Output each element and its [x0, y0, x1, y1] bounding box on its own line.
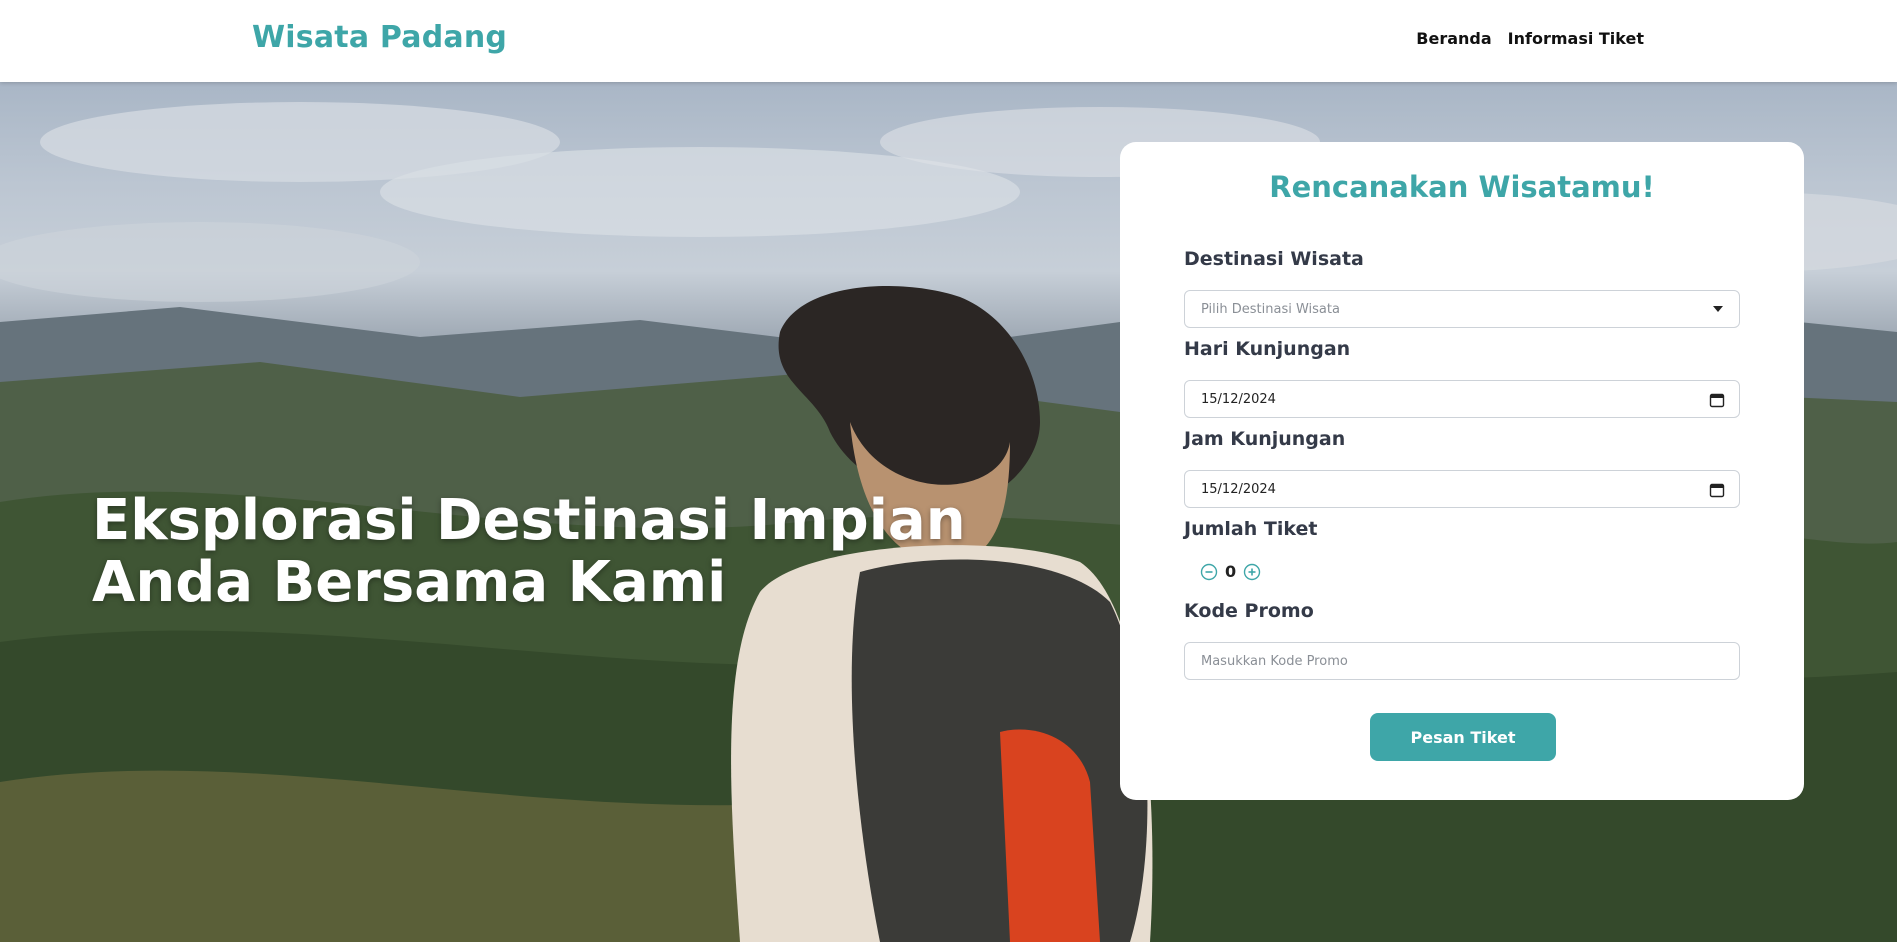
booking-form-card: Rencanakan Wisatamu! Destinasi Wisata Pi…	[1120, 142, 1804, 800]
destination-select[interactable]: Pilih Destinasi Wisata	[1184, 290, 1740, 328]
minus-circle-icon[interactable]	[1200, 563, 1218, 581]
destination-label: Destinasi Wisata	[1184, 248, 1364, 270]
plus-circle-icon[interactable]	[1243, 563, 1261, 581]
calendar-icon[interactable]	[1709, 482, 1725, 502]
brand-logo[interactable]: Wisata Padang	[252, 20, 507, 55]
caret-down-icon	[1711, 302, 1725, 320]
hero-heading: Eksplorasi Destinasi Impian Anda Bersama…	[92, 490, 992, 614]
visit-day-date-input[interactable]: 15/12/2024	[1184, 380, 1740, 418]
hero-heading-line1: Eksplorasi Destinasi Impian	[92, 488, 966, 553]
ticket-quantity-value: 0	[1225, 562, 1237, 581]
visit-time-date-input[interactable]: 15/12/2024	[1184, 470, 1740, 508]
visit-time-label: Jam Kunjungan	[1184, 428, 1346, 450]
hero-heading-line2: Anda Bersama Kami	[92, 550, 727, 615]
promo-code-label: Kode Promo	[1184, 600, 1314, 622]
form-title: Rencanakan Wisatamu!	[1269, 170, 1655, 204]
visit-day-value: 15/12/2024	[1201, 391, 1276, 407]
calendar-icon[interactable]	[1709, 392, 1725, 412]
nav-informasi-tiket[interactable]: Informasi Tiket	[1508, 29, 1644, 48]
promo-code-field[interactable]	[1184, 642, 1740, 680]
navbar: Wisata Padang Beranda Informasi Tiket	[0, 0, 1897, 82]
nav-beranda[interactable]: Beranda	[1416, 29, 1491, 48]
visit-day-label: Hari Kunjungan	[1184, 338, 1351, 360]
nav-links: Beranda Informasi Tiket	[1416, 29, 1644, 48]
promo-code-input[interactable]	[1201, 643, 1723, 679]
visit-time-value: 15/12/2024	[1201, 481, 1276, 497]
destination-placeholder: Pilih Destinasi Wisata	[1201, 301, 1340, 317]
ticket-count-label: Jumlah Tiket	[1184, 518, 1318, 540]
ticket-quantity-stepper: 0	[1200, 562, 1261, 581]
order-ticket-button[interactable]: Pesan Tiket	[1370, 713, 1556, 761]
